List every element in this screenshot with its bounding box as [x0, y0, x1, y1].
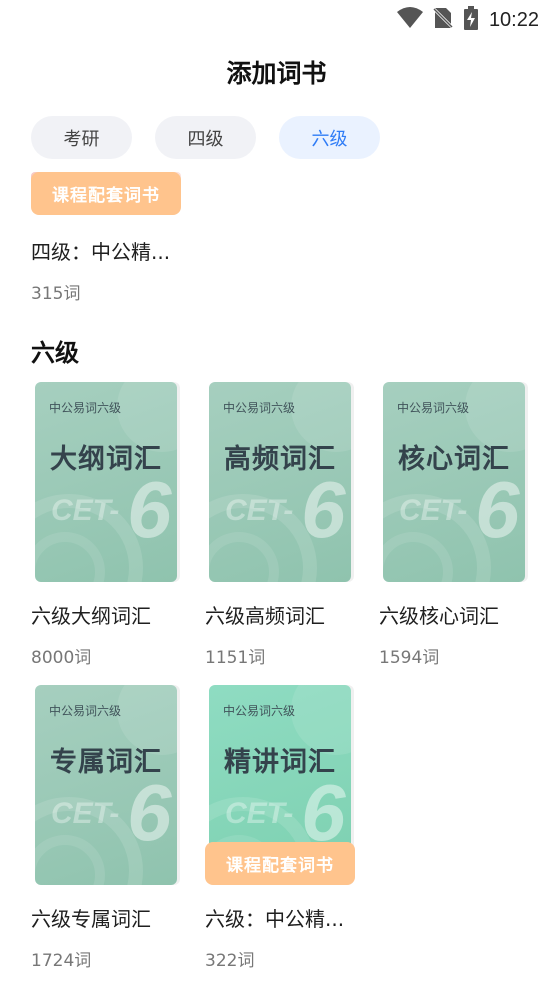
cover-series: 中公易词六级	[397, 401, 470, 415]
cover-series: 中公易词六级	[49, 704, 122, 718]
cover-cet: CET-	[225, 494, 294, 527]
book-cover[interactable]: 中公易词六级 专属词汇 CET- 6	[35, 685, 177, 885]
word-count: 1151词	[205, 648, 266, 668]
word-count: 315词	[31, 284, 81, 304]
no-sim-icon	[431, 6, 454, 34]
book-name: 六级专属词汇	[31, 907, 151, 931]
book-name: 六级核心词汇	[379, 604, 499, 628]
course-badge: 课程配套词书	[31, 172, 181, 215]
status-bar: 10:22	[0, 0, 553, 36]
cover-cet: CET-	[51, 494, 120, 527]
page-title: 添加词书	[226, 59, 327, 88]
book-name: 六级高频词汇	[205, 604, 325, 628]
book-cover[interactable]: 中公易词六级 大纲词汇 CET- 6	[35, 382, 177, 582]
cover-six: 6	[127, 768, 172, 857]
cover-series: 中公易词六级	[49, 401, 122, 415]
word-count: 1594词	[379, 648, 440, 668]
course-badge: 课程配套词书	[205, 842, 355, 885]
book-cover[interactable]: 中公易词六级 核心词汇 CET- 6	[383, 382, 525, 582]
cover-series: 中公易词六级	[223, 401, 296, 415]
battery-charging-icon	[463, 6, 479, 34]
wifi-icon	[396, 7, 423, 33]
cover-six: 6	[475, 465, 520, 554]
tab-cet6[interactable]: 六级	[279, 116, 380, 159]
exam-tabs: 考研 四级 六级	[31, 116, 380, 159]
tab-kaoyan[interactable]: 考研	[31, 116, 132, 159]
cover-cet: CET-	[51, 797, 120, 830]
cover-cet: CET-	[225, 797, 294, 830]
book-name: 六级大纲词汇	[31, 604, 151, 628]
section-title: 六级	[31, 339, 79, 367]
word-count: 1724词	[31, 951, 92, 971]
word-count: 322词	[205, 951, 255, 971]
cover-series: 中公易词六级	[223, 704, 296, 718]
cover-six: 6	[127, 465, 172, 554]
book-name: 六级：中公精...	[205, 907, 345, 931]
cover-cet: CET-	[399, 494, 468, 527]
tab-cet4[interactable]: 四级	[155, 116, 256, 159]
status-time: 10:22	[488, 8, 539, 31]
book-name: 四级：中公精...	[31, 240, 171, 264]
book-cover[interactable]: 中公易词六级 高频词汇 CET- 6	[209, 382, 351, 582]
cover-six: 6	[301, 465, 346, 554]
word-count: 8000词	[31, 648, 92, 668]
